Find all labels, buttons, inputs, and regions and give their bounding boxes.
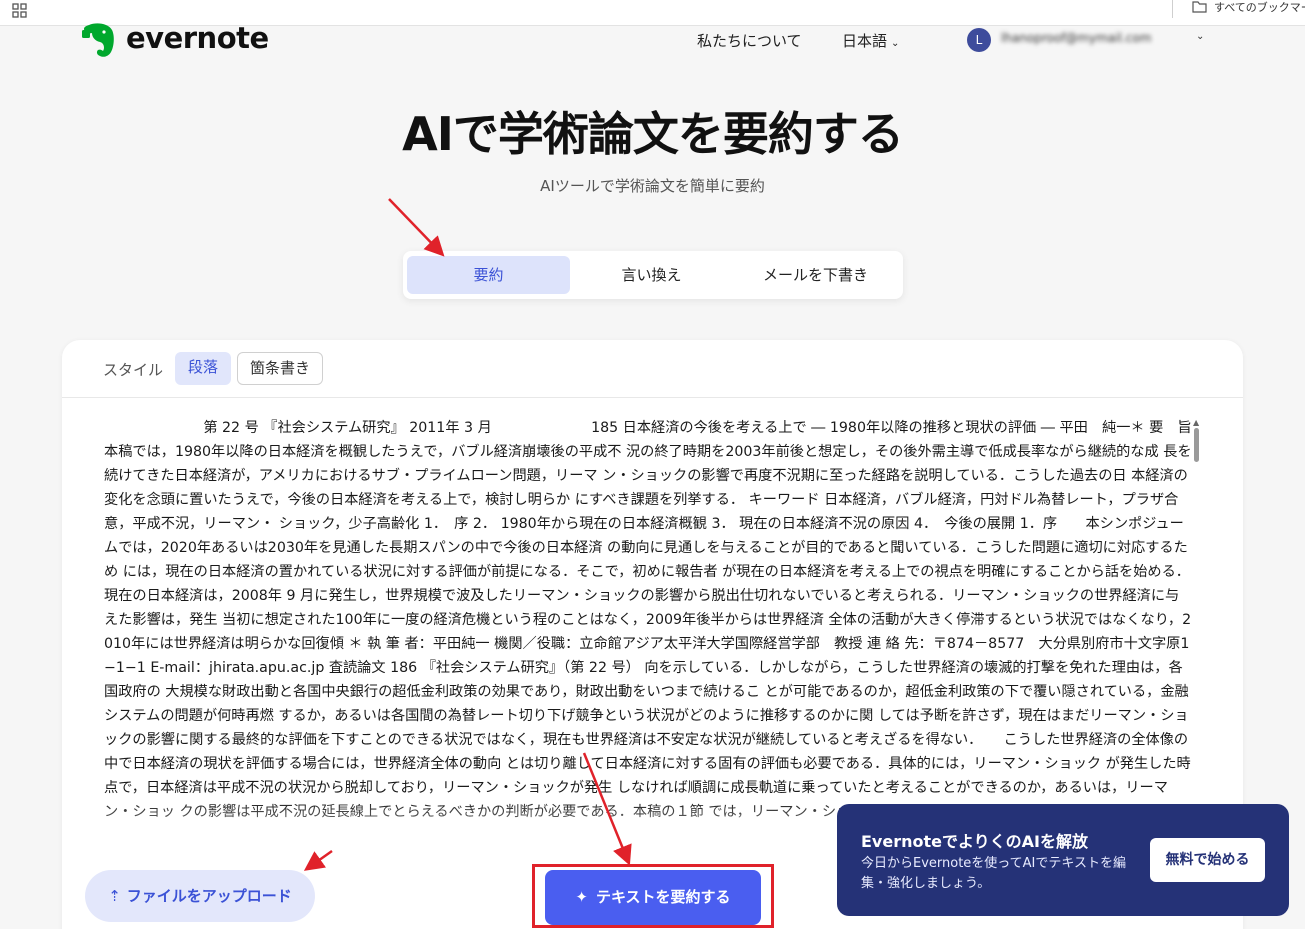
- avatar[interactable]: L: [967, 28, 991, 52]
- upload-file-button[interactable]: ⇡ ファイルをアップロード: [85, 870, 315, 922]
- tab-summarize[interactable]: 要約: [407, 256, 570, 294]
- style-bullets-button[interactable]: 箇条書き: [237, 352, 323, 385]
- all-bookmarks-link[interactable]: すべてのブックマーク: [1214, 0, 1305, 15]
- sparkle-icon: ✦: [575, 888, 588, 906]
- arrow-to-summarize-tab: [388, 198, 445, 257]
- promo-body: 今日からEvernoteを使ってAIでテキストを編集・強化しましょう。: [861, 856, 1126, 891]
- scrollbar-thumb[interactable]: [1194, 428, 1199, 462]
- page-subtitle: AIツールで学術論文を簡単に要約: [540, 177, 765, 195]
- promo-banner: EvernoteでよりくのAIを解放 今日からEvernoteを使ってAIでテキ…: [837, 804, 1289, 916]
- card-divider: [62, 397, 1243, 398]
- promo-title: EvernoteでよりくのAIを解放: [861, 832, 1089, 851]
- language-selector[interactable]: 日本語 ⌄: [842, 30, 899, 51]
- scroll-up-arrow-icon[interactable]: ▲: [1193, 418, 1199, 427]
- evernote-logo[interactable]: evernote: [80, 21, 280, 63]
- language-label: 日本語: [842, 32, 888, 50]
- summarize-label: テキストを要約する: [596, 888, 731, 906]
- mode-tabs: 要約 言い換え メールを下書き: [403, 251, 903, 299]
- account-email[interactable]: lhanoproof@mymail.com: [1001, 31, 1191, 47]
- tab-paraphrase[interactable]: 言い換え: [570, 256, 733, 294]
- page-title: AIで学術論文を要約する: [402, 107, 904, 161]
- upload-arrow-icon: ⇡: [108, 887, 121, 905]
- nav-about-link[interactable]: 私たちについて: [697, 30, 802, 51]
- summarize-button[interactable]: ✦ テキストを要約する: [545, 870, 761, 925]
- upload-label: ファイルをアップロード: [126, 887, 292, 905]
- style-paragraph-button[interactable]: 段落: [175, 352, 231, 385]
- logo-wordmark: evernote: [126, 21, 269, 55]
- account-chevron-down-icon[interactable]: ⌄: [1196, 31, 1204, 42]
- bookmark-divider: [1172, 0, 1173, 18]
- tab-draft-email[interactable]: メールを下書き: [734, 256, 897, 294]
- start-free-button[interactable]: 無料で始める: [1150, 838, 1265, 882]
- style-label: スタイル: [103, 361, 164, 379]
- apps-grid-icon[interactable]: [12, 3, 28, 19]
- folder-icon: [1192, 1, 1207, 13]
- input-text-area[interactable]: 第 22 号 『社会システム研究』 2011年 3 月 185 日本経済の今後を…: [104, 416, 1192, 846]
- elephant-logo-icon: [82, 23, 114, 57]
- chevron-down-icon: ⌄: [891, 38, 900, 49]
